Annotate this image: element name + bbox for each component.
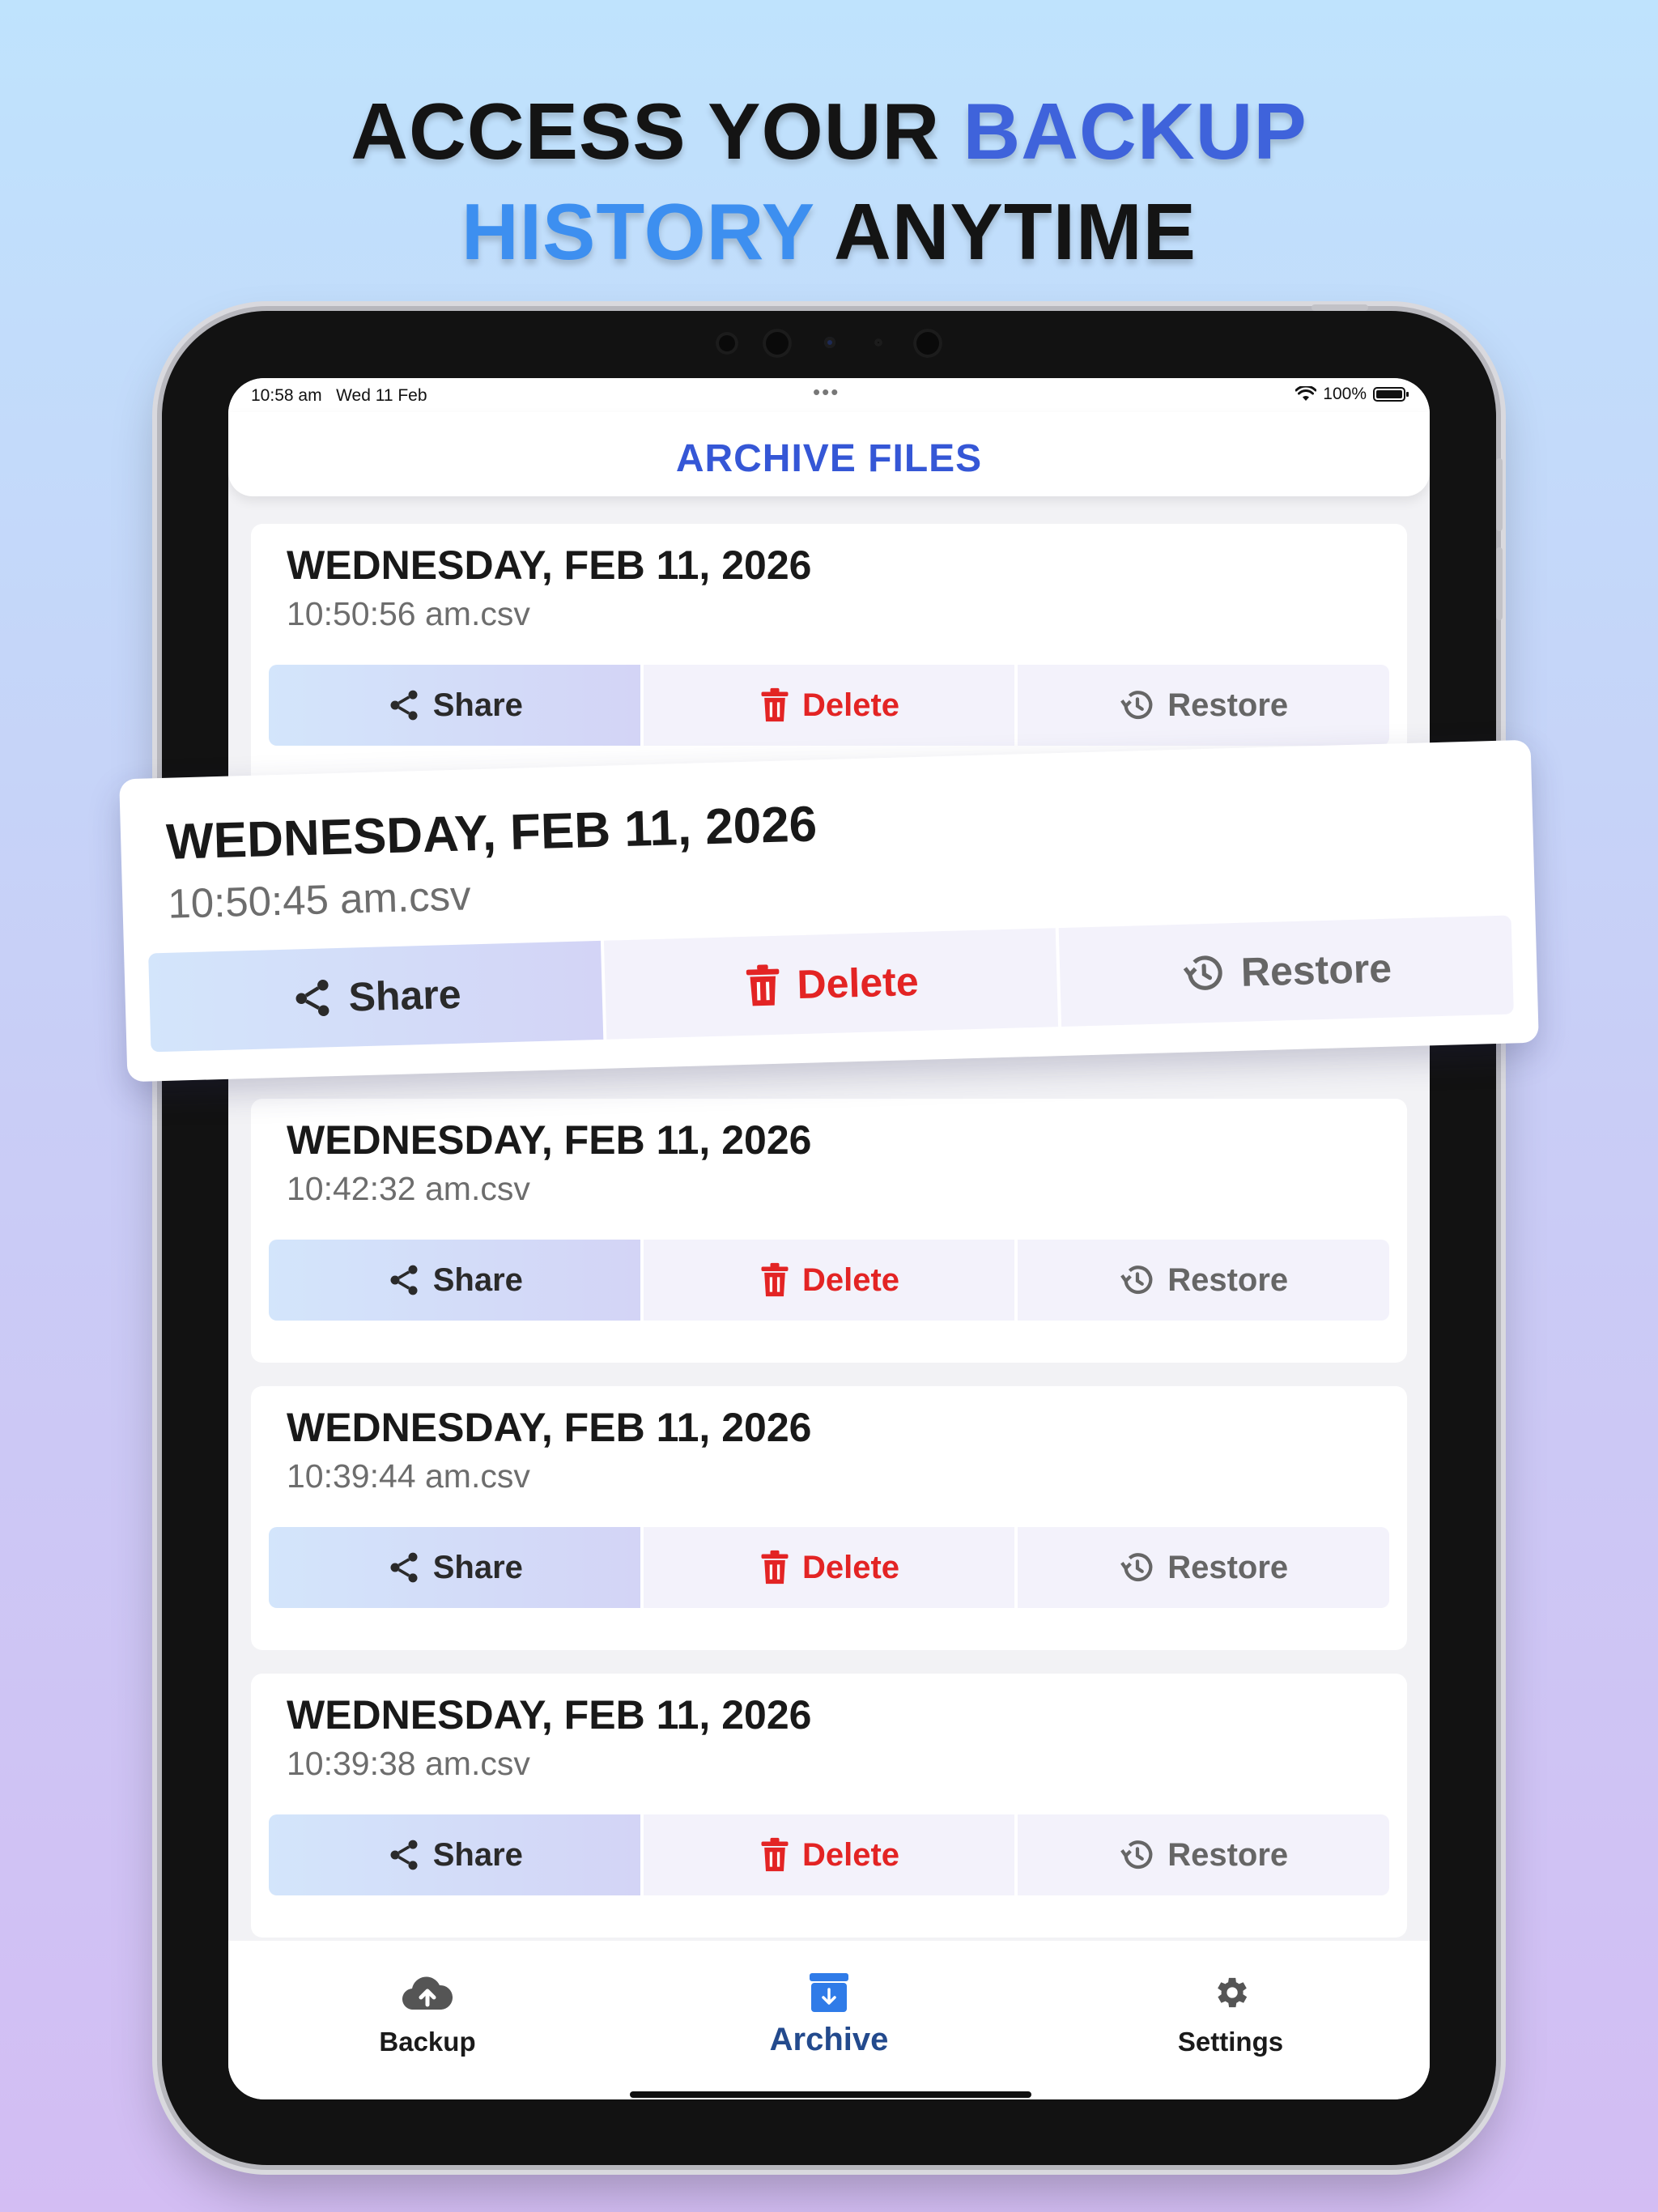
history-icon bbox=[1120, 691, 1153, 720]
restore-button[interactable]: Restore bbox=[1018, 665, 1390, 746]
trash-icon bbox=[761, 1550, 789, 1585]
wifi-icon bbox=[1295, 386, 1317, 401]
status-right: 100% bbox=[1295, 385, 1409, 404]
share-button[interactable]: Share bbox=[269, 1814, 640, 1895]
archive-file-card: WEDNESDAY, FEB 11, 2026 10:39:38 am.csv … bbox=[251, 1674, 1407, 1938]
delete-button[interactable]: Delete bbox=[643, 665, 1015, 746]
card-actions: Share Delete Restore bbox=[269, 1814, 1390, 1895]
status-time-date: 10:58 am Wed 11 Feb bbox=[251, 386, 427, 405]
file-name: 10:50:56 am.csv bbox=[287, 595, 530, 632]
file-name: 10:42:32 am.csv bbox=[287, 1170, 530, 1207]
promo-headline: ACCESS YOUR BACKUP HISTORY ANYTIME bbox=[0, 81, 1658, 282]
delete-button[interactable]: Delete bbox=[603, 928, 1059, 1040]
headline-line-1: ACCESS YOUR BACKUP bbox=[351, 87, 1307, 176]
sensor-icon bbox=[716, 332, 738, 355]
file-name: 10:39:38 am.csv bbox=[287, 1745, 530, 1782]
share-icon bbox=[390, 1840, 418, 1870]
camera-icon bbox=[763, 329, 792, 358]
history-icon bbox=[1120, 1553, 1153, 1582]
card-actions: Share Delete Restore bbox=[269, 1527, 1390, 1608]
delete-button[interactable]: Delete bbox=[643, 1240, 1015, 1321]
multitask-dots[interactable]: ••• bbox=[813, 380, 840, 405]
history-icon bbox=[1120, 1840, 1153, 1870]
face-sensor-icon bbox=[913, 329, 942, 358]
file-date: WEDNESDAY, FEB 11, 2026 bbox=[165, 796, 818, 870]
headline-line-2: HISTORY ANYTIME bbox=[461, 187, 1197, 276]
tab-backup[interactable]: Backup bbox=[306, 1941, 549, 2057]
volume-down-button bbox=[1496, 547, 1503, 620]
history-icon bbox=[1120, 1266, 1153, 1295]
share-button[interactable]: Share bbox=[269, 1240, 640, 1321]
nav-bar: ARCHIVE FILES bbox=[228, 412, 1430, 496]
tab-settings[interactable]: Settings bbox=[1109, 1941, 1352, 2057]
tab-bar: Backup Archive Settings bbox=[228, 1941, 1430, 2099]
battery-percent: 100% bbox=[1323, 385, 1367, 403]
page-title: ARCHIVE FILES bbox=[675, 437, 983, 480]
tab-archive[interactable]: Archive bbox=[708, 1941, 950, 2058]
trash-icon bbox=[746, 964, 780, 1006]
file-date: WEDNESDAY, FEB 11, 2026 bbox=[287, 1117, 812, 1163]
share-icon bbox=[390, 1265, 418, 1295]
restore-button[interactable]: Restore bbox=[1018, 1814, 1390, 1895]
cloud-upload-icon bbox=[402, 1976, 453, 2010]
share-icon bbox=[390, 690, 418, 721]
file-name: 10:50:45 am.csv bbox=[167, 872, 472, 927]
card-actions: Share Delete Restore bbox=[148, 915, 1514, 1053]
highlighted-file-card: WEDNESDAY, FEB 11, 2026 10:50:45 am.csv … bbox=[119, 739, 1539, 1083]
gear-icon bbox=[1218, 1977, 1248, 2008]
archive-file-card: WEDNESDAY, FEB 11, 2026 10:42:32 am.csv … bbox=[251, 1099, 1407, 1363]
battery-icon bbox=[1373, 387, 1409, 402]
file-date: WEDNESDAY, FEB 11, 2026 bbox=[287, 542, 812, 588]
trash-icon bbox=[761, 1262, 789, 1297]
share-button[interactable]: Share bbox=[148, 940, 603, 1053]
delete-button[interactable]: Delete bbox=[643, 1527, 1015, 1608]
restore-button[interactable]: Restore bbox=[1018, 1240, 1390, 1321]
restore-button[interactable]: Restore bbox=[1018, 1527, 1390, 1608]
share-button[interactable]: Share bbox=[269, 1527, 640, 1608]
status-bar: 10:58 am Wed 11 Feb ••• 100% bbox=[228, 378, 1430, 412]
file-name: 10:39:44 am.csv bbox=[287, 1457, 530, 1495]
volume-up-button bbox=[1496, 458, 1503, 531]
history-icon bbox=[1183, 955, 1222, 990]
archive-icon bbox=[810, 1973, 848, 2012]
app-screen: 10:58 am Wed 11 Feb ••• 100% ARCHIVE FIL… bbox=[228, 378, 1430, 2099]
file-date: WEDNESDAY, FEB 11, 2026 bbox=[287, 1692, 812, 1738]
trash-icon bbox=[761, 1837, 789, 1872]
archive-file-card: WEDNESDAY, FEB 11, 2026 10:39:44 am.csv … bbox=[251, 1386, 1407, 1650]
sensor-dot-icon bbox=[874, 338, 882, 347]
share-icon bbox=[390, 1552, 418, 1583]
indicator-icon bbox=[824, 337, 835, 348]
card-actions: Share Delete Restore bbox=[269, 1240, 1390, 1321]
share-icon bbox=[295, 979, 329, 1016]
card-actions: Share Delete Restore bbox=[269, 665, 1390, 746]
restore-button[interactable]: Restore bbox=[1059, 915, 1514, 1027]
file-date: WEDNESDAY, FEB 11, 2026 bbox=[287, 1405, 812, 1450]
share-button[interactable]: Share bbox=[269, 665, 640, 746]
home-indicator[interactable] bbox=[630, 2091, 1031, 2098]
top-button bbox=[1312, 304, 1368, 311]
trash-icon bbox=[761, 687, 789, 722]
delete-button[interactable]: Delete bbox=[643, 1814, 1015, 1895]
